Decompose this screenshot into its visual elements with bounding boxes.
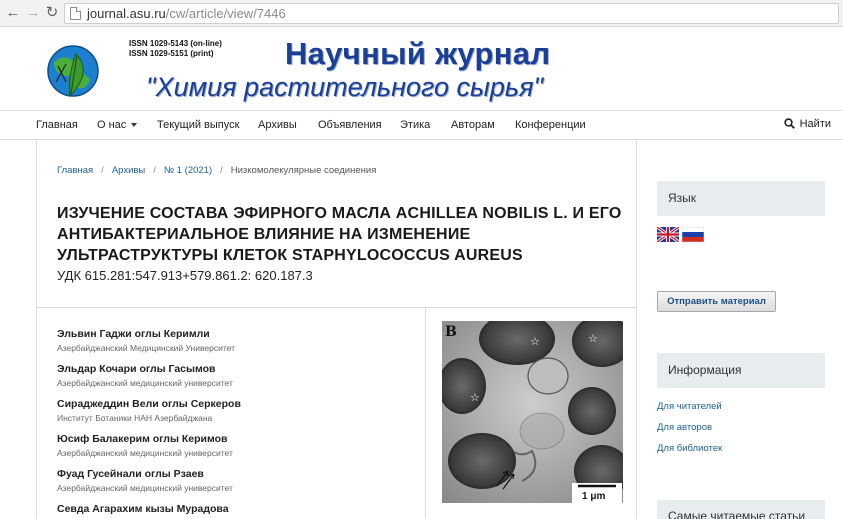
nav-authors[interactable]: Авторам (451, 119, 495, 131)
breadcrumb-home[interactable]: Главная (57, 165, 93, 176)
search-label: Найти (799, 118, 831, 130)
journal-logo[interactable] (46, 44, 100, 98)
article-udk: УДК 615.281:547.913+579.861.2: 620.187.3 (57, 268, 313, 283)
cover-image[interactable]: ☆ ☆ ☆ B 1 μm (442, 321, 623, 503)
breadcrumb-issue[interactable]: № 1 (2021) (164, 165, 212, 176)
info-link-authors[interactable]: Для авторов (657, 422, 712, 433)
language-switcher (657, 227, 707, 245)
author-list: Эльвин Гаджи оглы Керимли Азербайджански… (57, 328, 417, 519)
svg-text:☆: ☆ (588, 332, 598, 345)
author-name: Эльвин Гаджи оглы Керимли (57, 328, 210, 340)
page-icon (70, 7, 81, 20)
svg-text:☆: ☆ (530, 335, 540, 348)
breadcrumb-separator: / (220, 165, 223, 176)
author-affiliation: Азербайджанский медицинский университет (57, 378, 233, 388)
author-name: Севда Агарахим кызы Мурадова (57, 503, 229, 515)
article-panel: Главная / Архивы / № 1 (2021) / Низкомолекуляр… (36, 140, 637, 519)
nav-archives[interactable]: Архивы (258, 119, 297, 131)
forward-icon[interactable]: → (24, 4, 42, 22)
search-icon (783, 118, 795, 129)
breadcrumb: Главная / Архивы / № 1 (2021) / Низкомолекуляр… (57, 165, 376, 176)
journal-subtitle[interactable]: "Химия растительного сырья" (146, 72, 543, 103)
url-text: journal.asu.ru/cw/article/view/7446 (87, 6, 286, 21)
main-nav: Главная О нас Текущий выпуск Архивы Объя… (0, 110, 843, 140)
search-link[interactable]: Найти (783, 118, 831, 130)
author-name: Фуад Гусейнали оглы Рзаев (57, 468, 204, 480)
author-affiliation: Азербайджанский медицинский университет (57, 448, 233, 458)
breadcrumb-separator: / (153, 165, 156, 176)
nav-current-issue[interactable]: Текущий выпуск (157, 119, 239, 131)
nav-about[interactable]: О нас (97, 119, 138, 131)
info-link-readers[interactable]: Для читателей (657, 401, 722, 412)
issn-online: ISSN 1029-5143 (on-line) (129, 39, 222, 48)
breadcrumb-section: Низкомолекулярные соединения (230, 165, 377, 176)
submit-manuscript-button[interactable]: Отправить материал (657, 291, 776, 312)
author-item: Фуад Гусейнали оглы Рзаев Азербайджански… (57, 468, 417, 503)
language-block-title: Язык (657, 181, 825, 216)
most-read-block-title: Самые читаемые статьи (657, 500, 825, 519)
issn-print: ISSN 1029-5151 (print) (129, 49, 214, 58)
author-affiliation: Азербайджанский Медицинский Университет (57, 343, 235, 353)
uk-flag-icon[interactable] (657, 227, 679, 242)
journal-title[interactable]: Научный журнал (285, 36, 550, 72)
browser-toolbar: ← → ↻ journal.asu.ru/cw/article/view/744… (0, 0, 843, 27)
breadcrumb-separator: / (101, 165, 104, 176)
panel-label: B (445, 324, 457, 340)
author-item: Севда Агарахим кызы Мурадова (57, 503, 417, 519)
info-block-title: Информация (657, 353, 825, 388)
divider (37, 307, 636, 308)
breadcrumb-archives[interactable]: Архивы (112, 165, 145, 176)
back-icon[interactable]: ← (4, 4, 22, 22)
caret-down-icon (131, 123, 138, 128)
author-affiliation: Институт Ботаники НАН Азербайджана (57, 413, 213, 423)
nav-home[interactable]: Главная (36, 119, 78, 131)
nav-announcements[interactable]: Объявления (318, 119, 382, 131)
author-affiliation: Азербайджанский медицинский университет (57, 483, 233, 493)
nav-ethics[interactable]: Этика (400, 119, 430, 131)
author-item: Эльвин Гаджи оглы Керимли Азербайджански… (57, 328, 417, 363)
nav-conferences[interactable]: Конференции (515, 119, 586, 131)
author-item: Эльдар Кочари оглы Гасымов Азербайджанск… (57, 363, 417, 398)
info-link-libraries[interactable]: Для библиотек (657, 443, 722, 454)
address-bar[interactable]: journal.asu.ru/cw/article/view/7446 (64, 3, 839, 24)
author-name: Эльдар Кочари оглы Гасымов (57, 363, 216, 375)
author-name: Юсиф Балакерим оглы Керимов (57, 433, 228, 445)
author-item: Юсиф Балакерим оглы Керимов Азербайджанс… (57, 433, 417, 468)
micrograph-image: ☆ ☆ ☆ B 1 μm (442, 321, 623, 503)
author-name: Сираджеддин Вели оглы Серкеров (57, 398, 241, 410)
author-item: Сираджеддин Вели оглы Серкеров Институт … (57, 398, 417, 433)
article-title: ИЗУЧЕНИЕ СОСТАВА ЭФИРНОГО МАСЛА ACHILLEA… (57, 205, 622, 264)
russia-flag-icon[interactable] (682, 227, 704, 242)
reload-icon[interactable]: ↻ (43, 4, 61, 22)
divider (425, 308, 426, 519)
nav-about-label: О нас (97, 119, 127, 131)
scale-label: 1 μm (582, 491, 605, 502)
svg-text:☆: ☆ (470, 391, 480, 404)
